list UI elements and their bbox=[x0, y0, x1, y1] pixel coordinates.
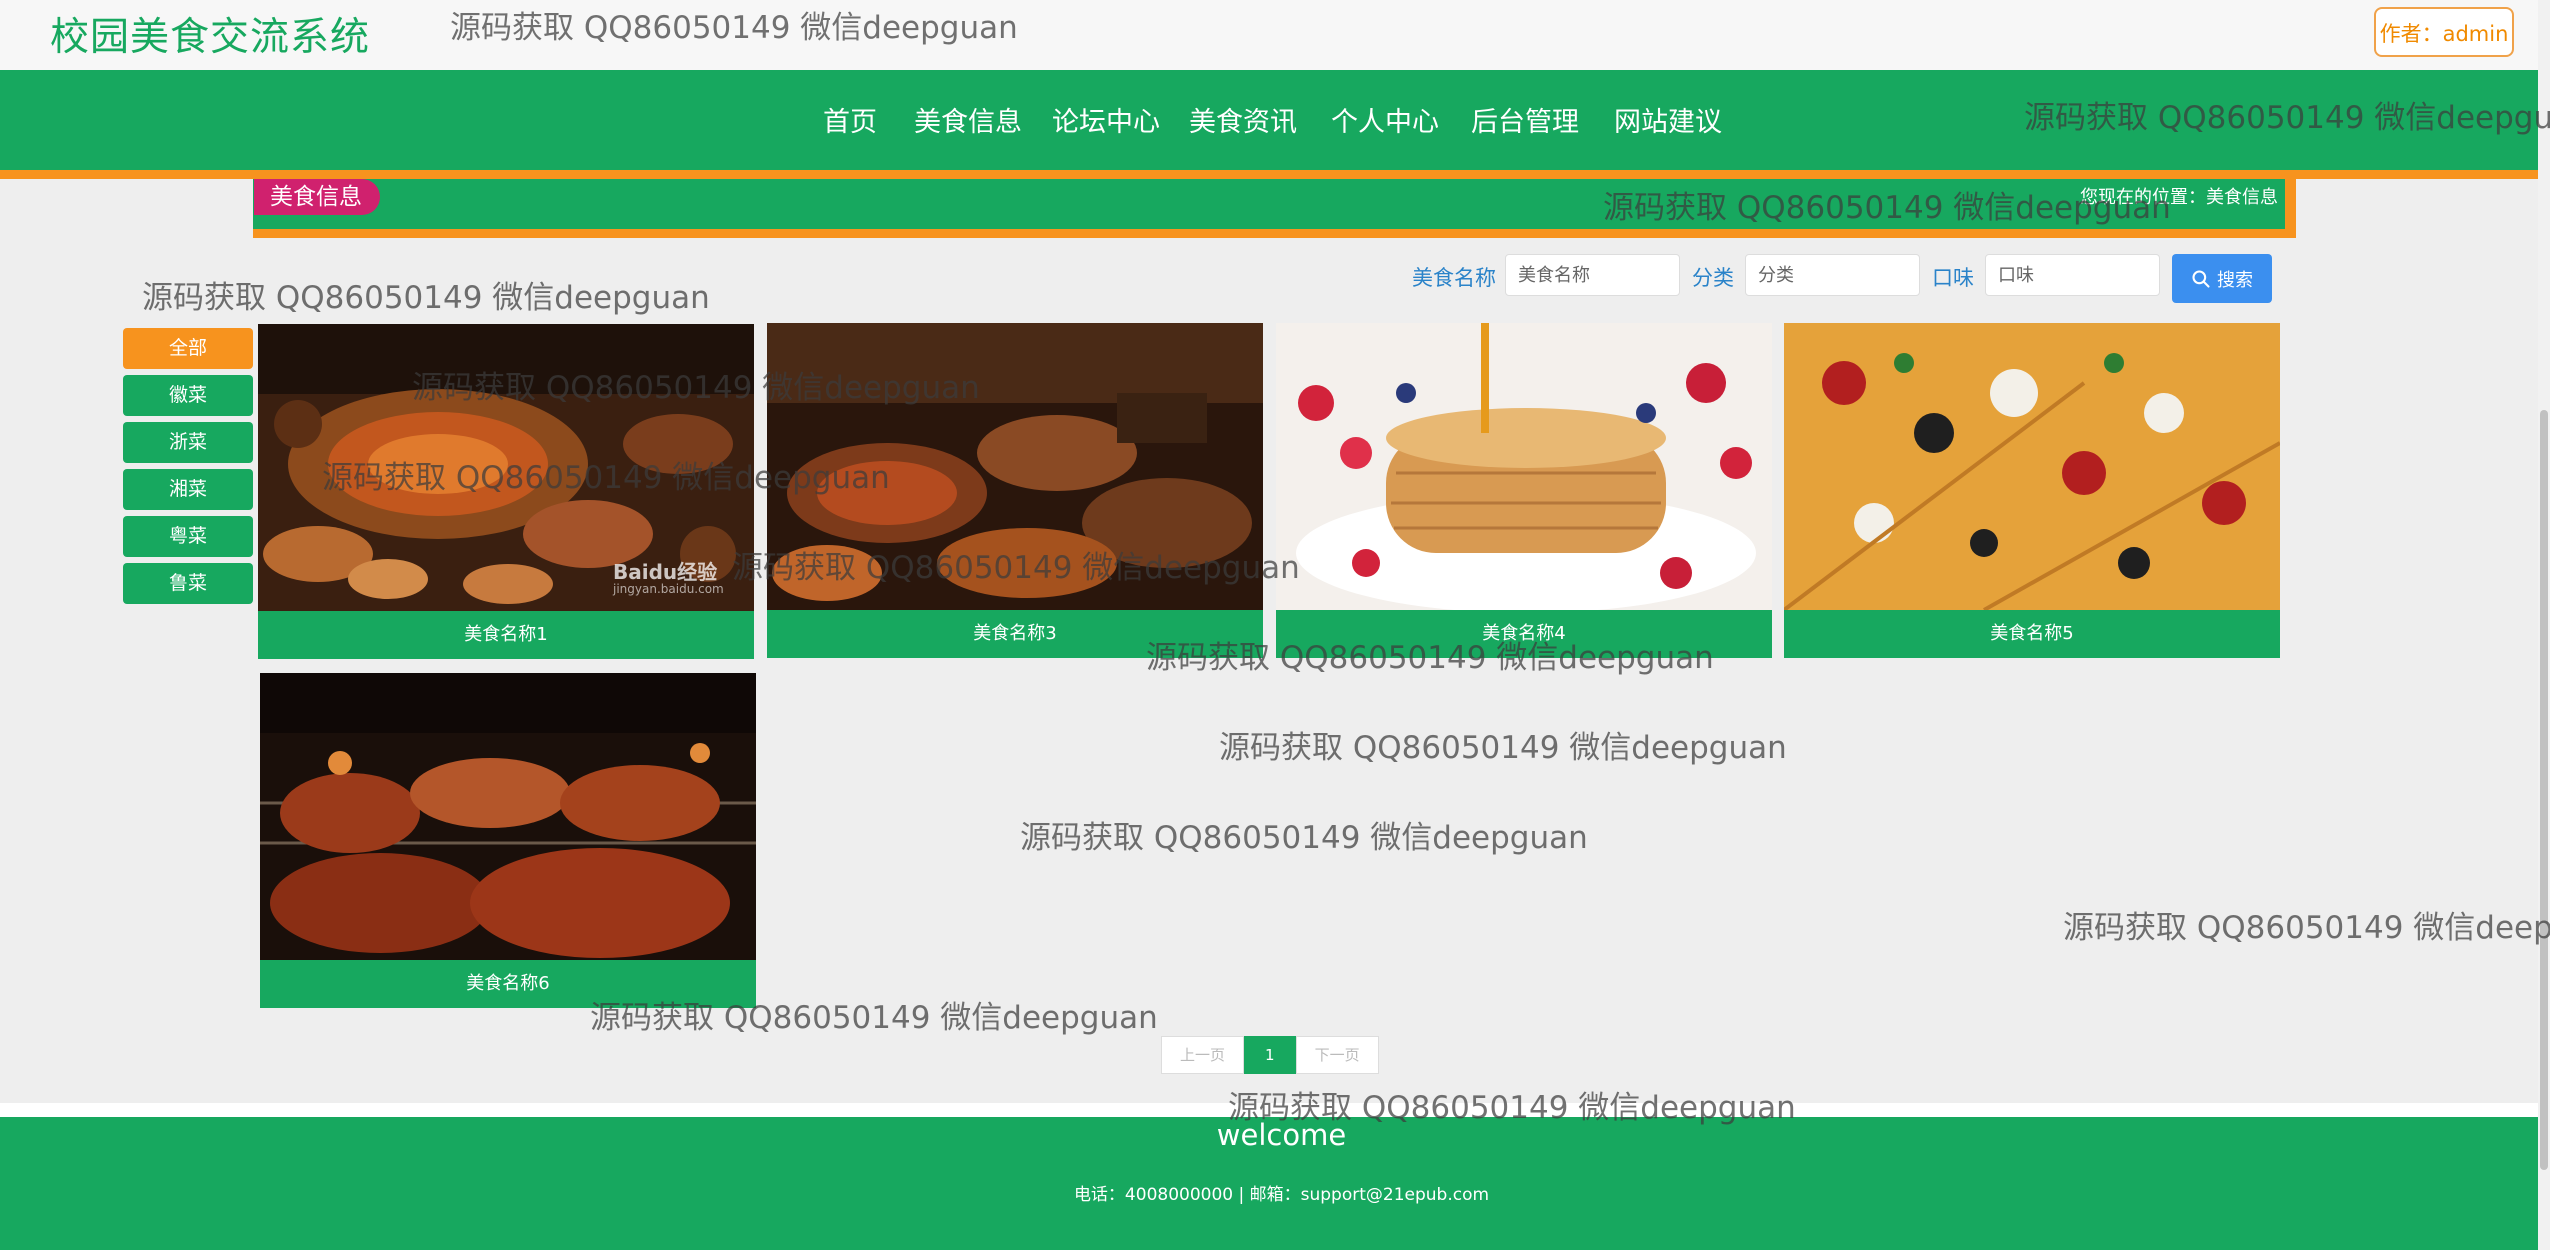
food-name-input[interactable] bbox=[1505, 254, 1680, 296]
footer-welcome: welcome bbox=[1216, 1118, 1347, 1152]
food-name-label: 美食名称 bbox=[1412, 266, 1496, 290]
food-card[interactable]: 美食名称6 bbox=[260, 673, 756, 1014]
watermark: 源码获取 QQ86050149 微信deepguan bbox=[1020, 820, 1588, 856]
grilled-dishes-photo[interactable] bbox=[767, 323, 1263, 610]
footer-contact: 电话：4008000000 | 邮箱：support@21epub.com bbox=[1073, 1185, 1490, 1205]
category-label: 分类 bbox=[1692, 266, 1734, 290]
baidu-watermark-url: jingyan.baidu.com bbox=[613, 582, 724, 596]
nav-admin[interactable]: 后台管理 bbox=[1471, 100, 1579, 139]
food-card[interactable]: 美食名称4 bbox=[1276, 323, 1772, 664]
prev-page-button[interactable]: 上一页 bbox=[1161, 1036, 1245, 1074]
nav-food-info[interactable]: 美食信息 bbox=[914, 100, 1022, 139]
food-card[interactable]: 美食名称3 bbox=[767, 323, 1263, 664]
pizza-photo[interactable] bbox=[1784, 323, 2280, 610]
next-page-button[interactable]: 下一页 bbox=[1295, 1036, 1379, 1074]
nav-food-news[interactable]: 美食资讯 bbox=[1189, 100, 1297, 139]
section-banner-edge bbox=[2285, 179, 2296, 238]
taste-label: 口味 bbox=[1932, 266, 1974, 290]
nav-suggestions[interactable]: 网站建议 bbox=[1614, 100, 1722, 139]
search-button[interactable]: 搜索 bbox=[2172, 254, 2272, 303]
section-banner bbox=[253, 179, 2296, 229]
category-zhejiang[interactable]: 浙菜 bbox=[123, 422, 253, 463]
food-card-title[interactable]: 美食名称5 bbox=[1784, 610, 2280, 658]
search-button-label: 搜索 bbox=[2217, 269, 2253, 290]
watermark: 源码获取 QQ86050149 微信deepguan bbox=[142, 280, 710, 316]
pagination: 上一页 1 下一页 bbox=[1161, 1036, 1379, 1074]
nav-forum[interactable]: 论坛中心 bbox=[1052, 100, 1160, 139]
watermark: 源码获取 QQ86050149 微信deepguan bbox=[1219, 730, 1787, 766]
main-nav: 首页 美食信息 论坛中心 美食资讯 个人中心 后台管理 网站建议 bbox=[0, 70, 2538, 170]
section-tag: 美食信息 bbox=[254, 179, 380, 215]
category-shandong[interactable]: 鲁菜 bbox=[123, 563, 253, 604]
section-banner-accent bbox=[253, 229, 2296, 238]
nav-accent-line bbox=[0, 170, 2538, 179]
baidu-watermark-logo: Baidu经验 bbox=[613, 560, 718, 584]
nav-home[interactable]: 首页 bbox=[823, 100, 877, 139]
food-card-title[interactable]: 美食名称3 bbox=[767, 610, 1263, 658]
category-hunan[interactable]: 湘菜 bbox=[123, 469, 253, 510]
top-header bbox=[0, 0, 2550, 70]
search-icon bbox=[2192, 269, 2210, 288]
taste-input[interactable] bbox=[1985, 254, 2160, 296]
category-all[interactable]: 全部 bbox=[123, 328, 253, 369]
food-card-title[interactable]: 美食名称6 bbox=[260, 960, 756, 1008]
nav-profile[interactable]: 个人中心 bbox=[1331, 100, 1439, 139]
site-title[interactable]: 校园美食交流系统 bbox=[50, 6, 370, 62]
food-card-title[interactable]: 美食名称1 bbox=[258, 611, 754, 659]
watermark: 源码获取 QQ86050149 微信deepguan bbox=[2063, 910, 2550, 946]
category-anhui[interactable]: 徽菜 bbox=[123, 375, 253, 416]
breadcrumb: 您现在的位置：美食信息 bbox=[2080, 187, 2278, 208]
food-card[interactable]: 美食名称5 bbox=[1784, 323, 2280, 664]
category-input[interactable] bbox=[1745, 254, 1920, 296]
page-1-button[interactable]: 1 bbox=[1244, 1036, 1296, 1074]
category-cantonese[interactable]: 粤菜 bbox=[123, 516, 253, 557]
footer-divider bbox=[0, 1103, 2538, 1117]
food-card[interactable]: Baidu经验 jingyan.baidu.com 美食名称1 bbox=[258, 324, 754, 665]
scrollbar-thumb[interactable] bbox=[2540, 410, 2548, 1170]
food-card-title[interactable]: 美食名称4 bbox=[1276, 610, 1772, 658]
bbq-meat-photo[interactable] bbox=[260, 673, 756, 960]
author-button[interactable]: 作者：admin bbox=[2374, 7, 2514, 57]
pancake-stack-photo[interactable] bbox=[1276, 323, 1772, 610]
